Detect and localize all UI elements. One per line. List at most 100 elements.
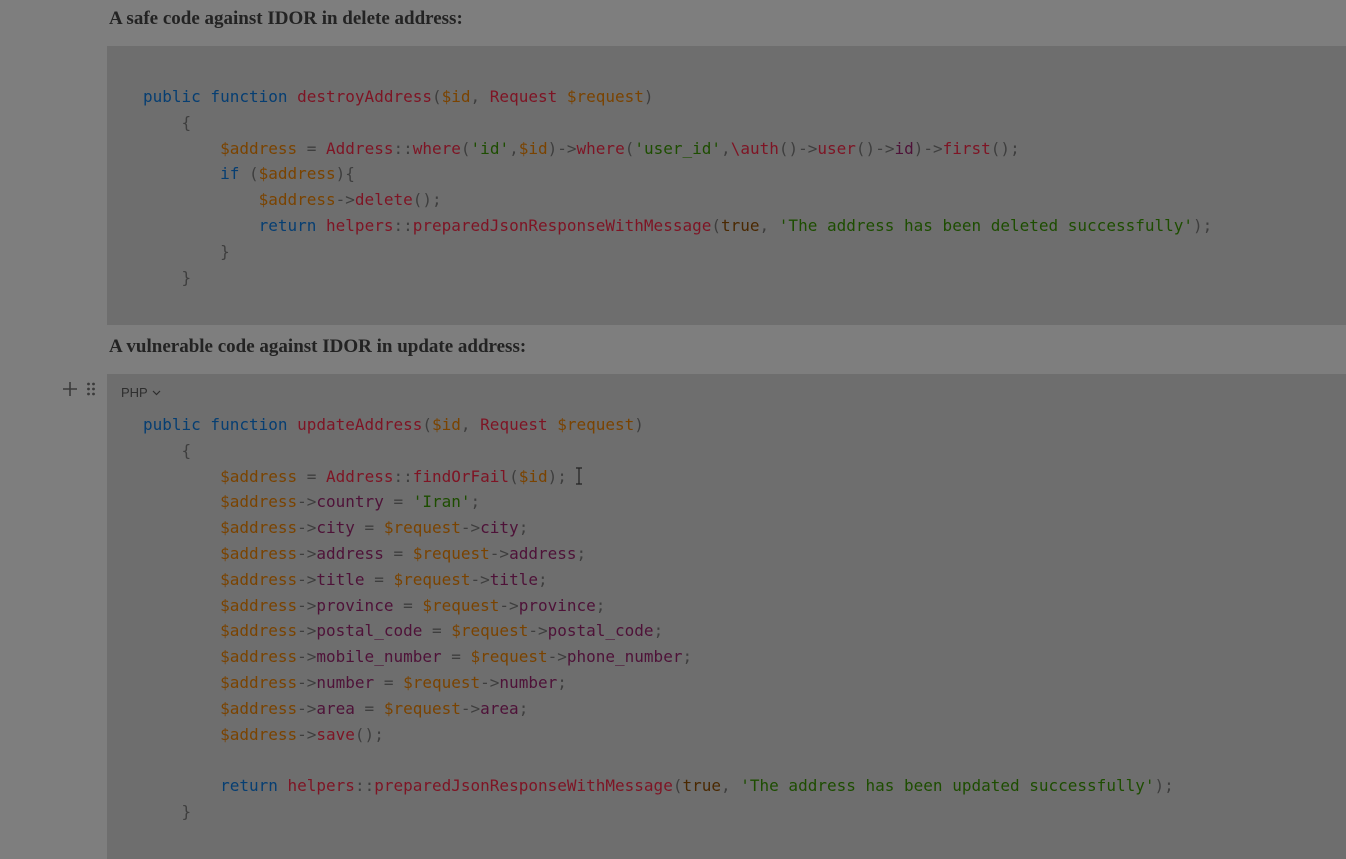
code-token: title (316, 569, 365, 589)
code-content-update[interactable]: public function updateAddress($id, Reque… (143, 412, 1174, 825)
code-token: ){ (335, 164, 355, 184)
code-token: $address (220, 518, 298, 538)
code-token: -> (460, 698, 481, 718)
code-token: preparedJsonResponseWithMessage (412, 215, 712, 235)
code-token: $address (220, 138, 298, 158)
code-token: -> (297, 698, 317, 718)
code-token: $request (383, 698, 461, 718)
code-token: Request (480, 415, 558, 434)
code-token: city (316, 518, 355, 538)
code-token: = (383, 492, 413, 512)
code-line: $address->save(); (143, 722, 1174, 748)
code-token: province (316, 595, 394, 615)
code-content-delete[interactable]: public function destroyAddress($id, Requ… (143, 84, 1212, 290)
code-token: ); (1193, 215, 1213, 235)
code-token: { (143, 112, 192, 132)
add-block-icon[interactable] (62, 381, 78, 397)
code-token: helpers (287, 776, 355, 796)
language-label: PHP (121, 385, 148, 400)
code-token: $request (451, 621, 529, 641)
code-token: id (894, 138, 914, 158)
heading-safe-delete: A safe code against IDOR in delete addre… (109, 8, 463, 29)
code-token: Address (326, 466, 394, 486)
code-token: return (258, 215, 327, 235)
code-line: public function destroyAddress($id, Requ… (143, 84, 1212, 110)
code-token: :: (393, 466, 413, 486)
code-token: public function (143, 415, 298, 434)
code-token: $address (220, 724, 298, 744)
code-token: (); (354, 724, 384, 744)
code-token: $address (220, 595, 298, 615)
code-token: ; (557, 672, 567, 692)
code-token: ; (682, 647, 693, 667)
code-block-update-address[interactable]: PHP public function updateAddress($id, R… (107, 374, 1346, 859)
code-token: )-> (547, 138, 577, 158)
code-token: , (721, 776, 741, 796)
code-line: $address->mobile_number = $request->phon… (143, 644, 1174, 670)
code-token: destroyAddress (297, 87, 432, 106)
code-line: return helpers::preparedJsonResponseWith… (143, 773, 1174, 799)
code-block-delete-address[interactable]: public function destroyAddress($id, Requ… (107, 46, 1346, 325)
code-line: } (143, 799, 1174, 825)
code-token: = (354, 698, 384, 718)
code-token: :: (354, 776, 375, 796)
code-token: title (489, 569, 538, 589)
code-token: -> (470, 569, 490, 589)
code-token: , (470, 87, 490, 106)
code-token: $address (220, 569, 298, 589)
code-token: -> (297, 724, 317, 744)
code-token: -> (297, 647, 317, 667)
code-token: -> (297, 543, 317, 563)
code-token: = (393, 595, 423, 615)
heading-vulnerable-update: A vulnerable code against IDOR in update… (109, 336, 527, 357)
code-token: :: (393, 215, 413, 235)
code-token: user (817, 138, 856, 158)
code-token: $request (422, 595, 500, 615)
code-token: $address (220, 466, 298, 486)
code-token: ; (595, 595, 606, 615)
code-token: $address (220, 621, 298, 641)
code-token: city (480, 518, 519, 538)
code-token: ; (537, 569, 548, 589)
code-line: $address->delete(); (143, 187, 1212, 213)
code-token: $id (432, 415, 461, 434)
code-token: true (721, 215, 760, 235)
code-token: -> (528, 621, 548, 641)
code-token: Request (489, 87, 567, 106)
code-token: } (143, 801, 192, 821)
code-token: ()-> (778, 138, 818, 158)
code-token: -> (489, 543, 510, 563)
code-token: ( (431, 87, 442, 106)
code-token: ; (470, 492, 481, 512)
code-token: $request (470, 647, 548, 667)
text-cursor-icon (576, 467, 582, 485)
code-line: $address = Address::findOrFail($id); (143, 464, 1174, 490)
code-token: true (682, 776, 721, 796)
code-token: postal_code (547, 621, 654, 641)
code-token: -> (297, 595, 317, 615)
code-token: -> (335, 190, 355, 210)
code-token: ) (634, 415, 644, 434)
code-line: $address->province = $request->province; (143, 593, 1174, 619)
code-token: $request (383, 518, 461, 538)
code-token: number (316, 672, 375, 692)
code-token: helpers (326, 215, 394, 235)
code-line: { (143, 110, 1212, 136)
code-token: -> (297, 569, 317, 589)
language-selector[interactable]: PHP (121, 385, 162, 400)
code-token: \auth (730, 138, 779, 158)
code-token: where (576, 138, 625, 158)
code-token: number (499, 672, 558, 692)
drag-handle-icon[interactable] (86, 381, 96, 397)
